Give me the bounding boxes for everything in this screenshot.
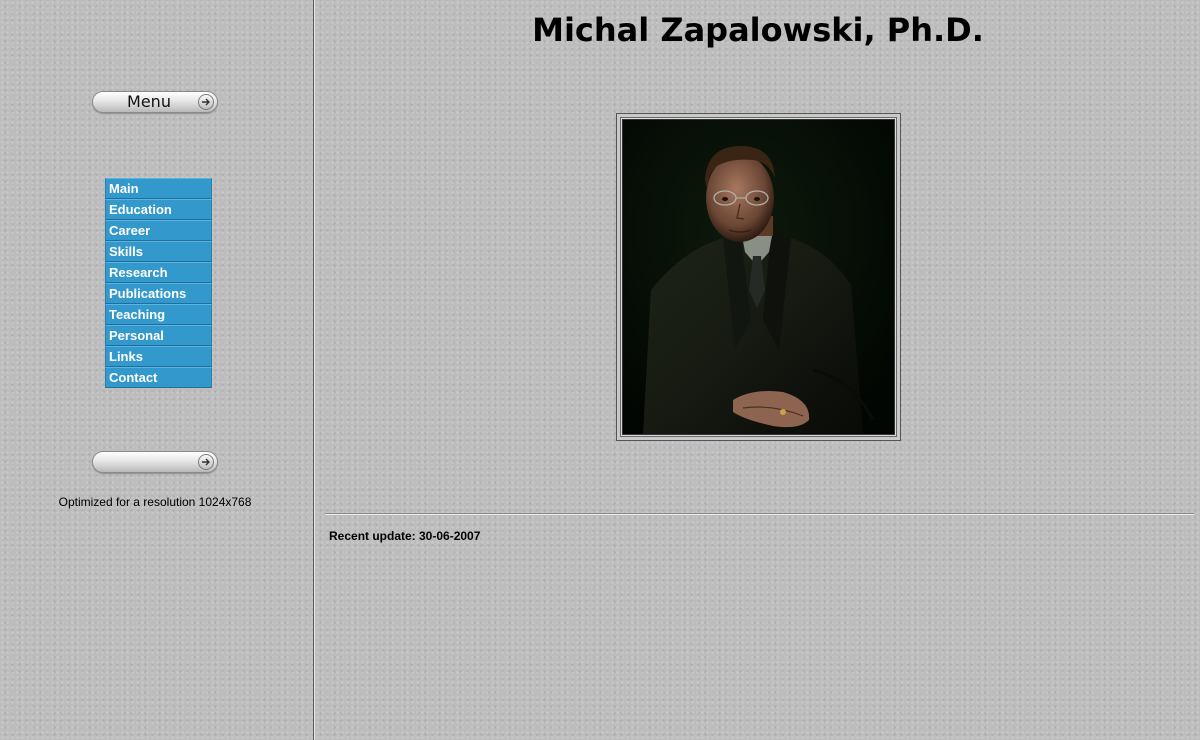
portrait-image [623, 120, 894, 434]
blank-nav-button[interactable] [92, 451, 218, 473]
nav-item-career[interactable]: Career [105, 220, 212, 241]
column-divider [313, 0, 314, 740]
nav-item-education[interactable]: Education [105, 199, 212, 220]
nav-item-links[interactable]: Links [105, 346, 212, 367]
arrow-right-icon [198, 454, 214, 470]
portrait-photo [622, 119, 895, 435]
nav-item-teaching[interactable]: Teaching [105, 304, 212, 325]
sidebar: Menu Main Education Career Skills Resear… [0, 0, 313, 740]
horizontal-rule [325, 513, 1194, 514]
page-title: Michal Zapalowski, Ph.D. [532, 11, 984, 49]
menu-button-label: Menu [127, 92, 171, 111]
nav-item-contact[interactable]: Contact [105, 367, 212, 388]
nav-item-research[interactable]: Research [105, 262, 212, 283]
nav-item-personal[interactable]: Personal [105, 325, 212, 346]
resolution-note: Optimized for a resolution 1024x768 [58, 495, 252, 509]
arrow-right-icon [198, 94, 214, 110]
nav-item-publications[interactable]: Publications [105, 283, 212, 304]
nav-item-skills[interactable]: Skills [105, 241, 212, 262]
portrait-mat [620, 117, 897, 437]
recent-update-text: Recent update: 30-06-2007 [329, 529, 481, 543]
nav-item-main[interactable]: Main [105, 178, 212, 199]
portrait-frame [616, 113, 901, 441]
menu-button[interactable]: Menu [92, 91, 218, 113]
main-nav: Main Education Career Skills Research Pu… [105, 178, 212, 388]
